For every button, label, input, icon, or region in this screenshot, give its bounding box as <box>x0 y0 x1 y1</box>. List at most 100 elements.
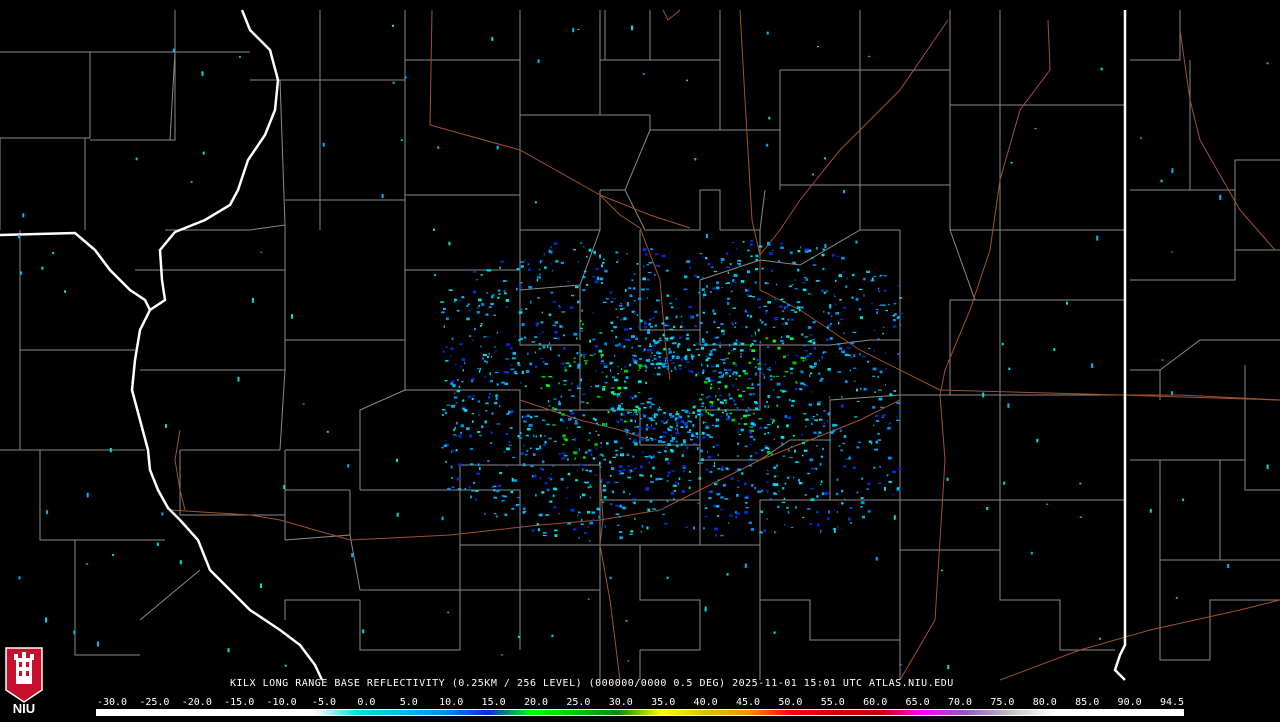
echo-pixel <box>650 349 653 352</box>
echo-pixel <box>480 274 483 276</box>
echo-pixel <box>535 493 537 497</box>
echo-pixel <box>713 342 715 346</box>
echo-pixel <box>660 420 664 423</box>
echo-pixel <box>764 363 767 366</box>
echo-pixel <box>715 418 719 422</box>
echo-pixel <box>649 326 653 328</box>
echo-pixel <box>726 266 731 268</box>
echo-pixel <box>710 350 713 353</box>
echo-pixel <box>589 470 592 473</box>
echo-pixel <box>744 445 748 448</box>
echo-pixel <box>897 353 900 355</box>
echo-pixel <box>647 278 650 281</box>
echo-pixel <box>800 246 802 249</box>
echo-pixel <box>694 274 697 277</box>
scale-label: 70.0 <box>947 697 973 708</box>
echo-pixel <box>781 501 786 503</box>
sparse-return <box>500 654 503 656</box>
echo-pixel <box>842 271 845 273</box>
echo-pixel <box>737 442 740 445</box>
echo-pixel <box>559 325 563 328</box>
echo-pixel <box>659 406 661 409</box>
echo-pixel <box>526 449 529 452</box>
echo-pixel <box>867 482 871 485</box>
echo-pixel <box>800 306 804 309</box>
echo-pixel <box>580 401 585 403</box>
echo-pixel <box>758 405 761 407</box>
echo-pixel <box>615 344 619 347</box>
echo-pixel <box>536 523 539 526</box>
echo-pixel <box>809 374 811 378</box>
echo-pixel <box>691 434 694 437</box>
echo-pixel <box>767 469 769 471</box>
echo-pixel <box>828 396 830 399</box>
echo-pixel <box>701 288 705 291</box>
echo-pixel <box>795 380 797 384</box>
echo-pixel <box>736 493 739 497</box>
echo-pixel <box>827 367 831 371</box>
echo-pixel <box>690 355 695 358</box>
echo-pixel <box>736 407 739 409</box>
sparse-return <box>238 56 241 58</box>
echo-pixel <box>633 467 637 470</box>
echo-pixel <box>781 323 784 326</box>
echo-pixel <box>573 357 576 359</box>
echo-pixel <box>583 355 585 359</box>
echo-pixel <box>677 482 680 485</box>
echo-pixel <box>570 412 575 415</box>
echo-pixel <box>526 428 531 431</box>
echo-pixel <box>587 525 589 528</box>
echo-pixel <box>735 378 737 380</box>
echo-pixel <box>649 405 652 409</box>
echo-pixel <box>689 412 691 414</box>
echo-pixel <box>447 487 451 491</box>
echo-pixel <box>539 434 542 438</box>
echo-pixel <box>787 510 790 514</box>
echo-pixel <box>609 474 612 477</box>
echo-pixel <box>776 375 780 377</box>
echo-pixel <box>643 407 647 409</box>
sparse-return <box>260 251 263 253</box>
echo-pixel <box>718 394 723 397</box>
echo-pixel <box>780 389 782 392</box>
echo-pixel <box>551 270 554 272</box>
echo-pixel <box>708 353 713 356</box>
echo-pixel <box>643 348 646 351</box>
sparse-return <box>636 263 639 265</box>
echo-pixel <box>442 409 446 411</box>
echo-pixel <box>645 337 647 340</box>
echo-pixel <box>807 508 811 510</box>
echo-pixel <box>544 482 548 485</box>
echo-pixel <box>650 248 653 251</box>
echo-pixel <box>812 339 816 341</box>
echo-pixel <box>701 256 703 258</box>
echo-pixel <box>750 387 755 389</box>
echo-pixel <box>603 301 607 303</box>
sparse-return <box>347 464 350 468</box>
echo-pixel <box>850 341 855 344</box>
sparse-return <box>165 424 167 428</box>
echo-pixel <box>682 465 686 468</box>
echo-pixel <box>843 332 845 334</box>
echo-pixel <box>647 297 649 299</box>
echo-pixel <box>691 357 694 360</box>
echo-pixel <box>517 362 520 365</box>
echo-pixel <box>603 458 606 461</box>
echo-pixel <box>594 280 598 284</box>
echo-pixel <box>552 424 556 426</box>
echo-pixel <box>780 242 783 245</box>
echo-pixel <box>657 451 662 453</box>
echo-pixel <box>441 414 444 416</box>
echo-pixel <box>462 407 465 410</box>
echo-pixel <box>742 390 746 392</box>
echo-pixel <box>650 355 652 358</box>
echo-pixel <box>738 423 741 425</box>
echo-pixel <box>709 387 712 390</box>
echo-pixel <box>600 446 602 448</box>
echo-pixel <box>684 444 687 446</box>
echo-pixel <box>456 389 460 393</box>
echo-pixel <box>892 494 895 496</box>
echo-pixel <box>617 258 619 262</box>
echo-pixel <box>740 326 743 328</box>
echo-pixel <box>720 496 724 499</box>
